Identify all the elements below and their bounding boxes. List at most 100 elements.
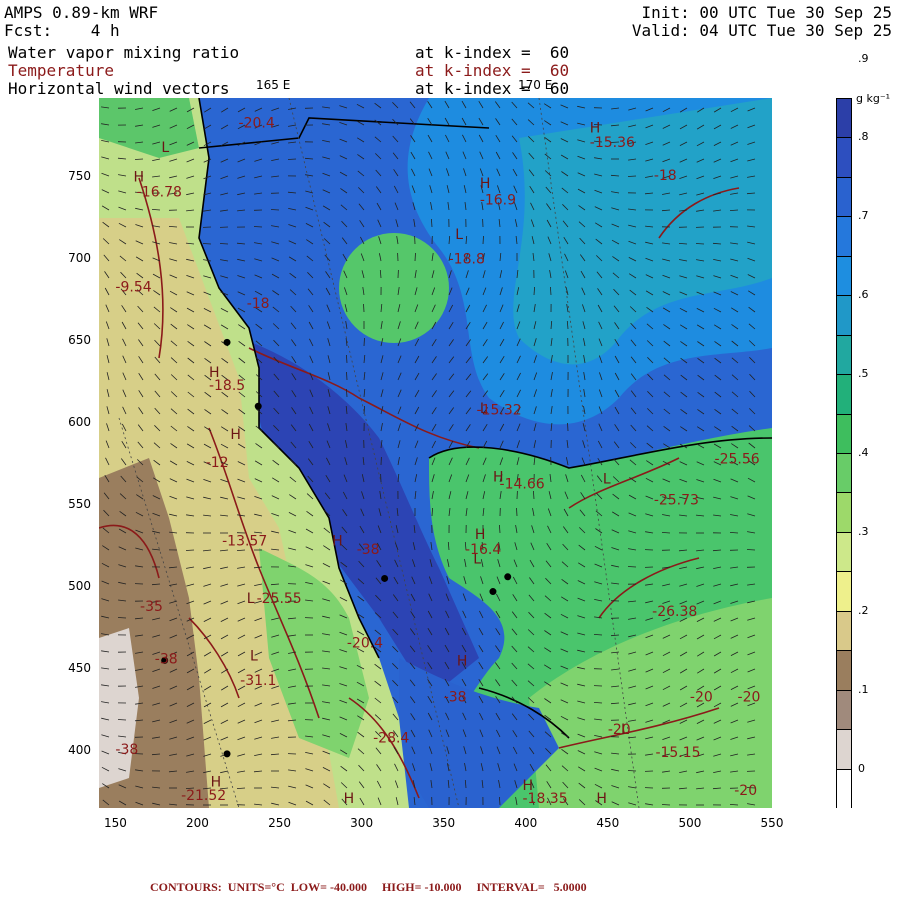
station-dot [223,750,231,758]
x-tick-label: 400 [514,816,538,830]
contour-label: -26.38 [652,604,697,620]
contour-label: -38 [115,742,138,758]
colorbar-segment [836,453,852,493]
contour-label: -25.73 [654,493,699,509]
y-tick-label: 750 [68,168,91,183]
high-marker: H [133,170,144,186]
y-tick-label: 700 [68,250,91,265]
map-title: AMPS 0.89-km WRF [4,3,159,22]
contour-label: -38 [444,689,467,705]
contour-label: -18 [654,168,677,184]
contour-label: -20 [734,783,757,799]
forecast-value: 4 h [90,21,120,40]
colorbar-segment [836,216,852,256]
low-marker: L [455,227,463,243]
high-marker: H [457,653,468,669]
colorbar-label: .4 [858,446,869,459]
station-dot [504,573,512,581]
colorbar-segment [836,255,852,296]
contour-label: -20.4 [239,116,275,132]
wind-barb [627,770,637,772]
contour-label: -15.32 [477,402,522,418]
wind-barb [414,252,416,262]
colorbar-label: .3 [858,524,869,538]
colorbar-label: .8 [858,130,869,144]
station-dot [254,402,262,410]
colorbar-label: 0 [858,761,865,775]
colorbar [836,98,852,808]
contour-label: -38 [357,542,380,558]
colorbar-label: .9 [858,51,869,65]
colorbar-segment [836,334,852,375]
wind-barb [746,549,756,551]
colorbar-segment [836,137,852,177]
contour-label: -18.35 [522,791,567,807]
wind-barb [202,243,212,245]
contour-label: -28.4 [373,730,409,746]
contour-label: -38 [155,652,178,668]
high-marker: H [480,176,491,192]
wind-barb [346,371,348,381]
contour-label: -21.52 [181,788,226,804]
colorbar-segment [836,295,852,335]
x-tick-label: 250 [268,816,291,830]
wind-barb [287,158,297,160]
y-tick-label: 650 [68,332,91,347]
contour-label: -15.36 [590,135,635,151]
station-dot [381,574,389,582]
high-marker: H [475,527,486,543]
contour-label: -20 [690,689,713,705]
wind-barb [695,243,705,245]
colorbar-unit: g kg⁻¹ [856,92,891,105]
wind-barb [363,337,365,347]
longitude-label-170e: 170 E [518,78,553,92]
contour-info: CONTOURS: UNITS=°C LOW= -40.000 HIGH= -1… [150,880,587,894]
field-name-mixing-ratio: Water vapor mixing ratio [8,43,240,62]
wind-barb [482,235,484,245]
x-tick-label: 350 [432,816,456,830]
wind-barb [253,226,263,228]
low-marker: L [250,648,258,664]
wind-barb [219,243,229,245]
contour-label: -20 [608,722,631,738]
x-tick-label: 450 [596,816,620,830]
colorbar-label: .7 [858,209,869,223]
colorbar-segment [836,413,852,453]
colorbar-segment [836,176,852,217]
map-panel[interactable]: HHHHHHHHHHHHHLLLLLLLL -20.4 -15.36 -16.78-… [99,98,772,808]
colorbar-segment [836,729,852,769]
x-tick-label: 300 [350,816,374,830]
contour-label: -15.15 [655,745,700,761]
wind-barb [117,617,127,619]
green-pool [339,233,449,343]
colorbar-label: .6 [858,288,869,302]
colorbar-segment [836,98,852,139]
low-marker: L [603,471,611,487]
wind-barb [134,158,144,160]
wind-barb [270,209,280,211]
map-canvas[interactable]: HH HHHHHHHHHHHLLLLLLLL -20.4-15.36-16.78-… [99,98,772,808]
low-marker: L [247,591,255,607]
wind-barb [627,175,637,177]
contour-label: -16.78 [137,184,182,200]
colorbar-segment [836,650,852,690]
y-tick-label: 400 [68,742,91,757]
colorbar-segment [836,374,852,414]
colorbar-segment [836,492,852,532]
wind-barb [627,566,637,568]
low-marker: L [161,140,169,156]
wind-barb [516,507,518,517]
y-tick-label: 550 [68,496,91,511]
colorbar-label: .1 [858,682,869,696]
contour-label: -16.9 [480,193,516,209]
colorbar-label: .5 [858,367,869,381]
high-marker: H [596,791,607,807]
colorbar-segment [836,689,852,730]
contour-label: -18 [247,296,270,312]
forecast-prefix: Fcst: [4,21,53,40]
contour-label: -13.57 [222,534,267,550]
init-time: Init: 00 UTC Tue 30 Sep 25 [641,3,892,22]
contour-label: -18.8 [449,252,485,268]
colorbar-segment [836,571,852,611]
colorbar-segment [836,768,852,808]
